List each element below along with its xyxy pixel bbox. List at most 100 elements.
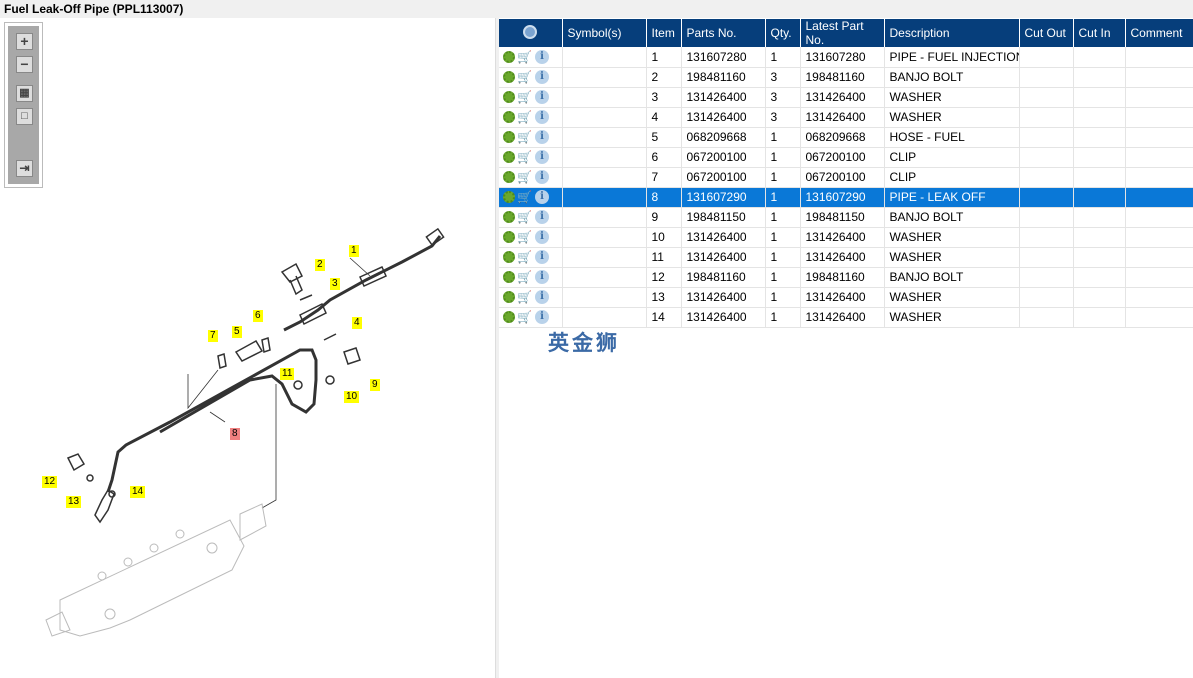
info-icon[interactable]: i	[535, 190, 549, 205]
gear-icon[interactable]	[503, 291, 515, 304]
qty-cell: 1	[765, 127, 801, 148]
table-row[interactable]: 🛒 i 2 198481160 3 198481160 BANJO BOLT	[499, 67, 1193, 88]
table-row[interactable]: 🛒 i 5 068209668 1 068209668 HOSE - FUEL	[499, 127, 1193, 148]
cart-icon[interactable]: 🛒	[517, 171, 533, 183]
table-row[interactable]: 🛒 i 12 198481160 1 198481160 BANJO BOLT	[499, 267, 1193, 288]
table-row[interactable]: 🛒 i 14 131426400 1 131426400 WASHER	[499, 307, 1193, 328]
watermark: 英金狮	[548, 331, 620, 355]
comment-cell	[1125, 227, 1193, 248]
table-row[interactable]: 🛒 i 7 067200100 1 067200100 CLIP	[499, 167, 1193, 188]
callout-14[interactable]: 14	[130, 486, 146, 498]
symbols-cell	[562, 287, 647, 308]
cart-icon[interactable]: 🛒	[517, 151, 533, 163]
callout-8[interactable]: 8	[230, 428, 240, 440]
diagram-panel[interactable]: 1 2 3 4 5 6 7 8 9 10 11 12 13 14	[0, 18, 495, 678]
col-description[interactable]: Description	[884, 19, 1020, 47]
callout-7[interactable]: 7	[208, 330, 218, 342]
callout-11[interactable]: 11	[280, 368, 295, 380]
info-icon[interactable]: i	[535, 50, 549, 65]
search-icon[interactable]	[523, 24, 538, 39]
table-row[interactable]: 🛒 i 6 067200100 1 067200100 CLIP	[499, 147, 1193, 168]
info-icon[interactable]: i	[535, 90, 549, 105]
table-row[interactable]: 🛒 i 10 131426400 1 131426400 WASHER	[499, 227, 1193, 248]
gear-icon[interactable]	[503, 111, 515, 124]
item-cell: 12	[646, 267, 682, 288]
cart-icon[interactable]: 🛒	[517, 131, 533, 143]
col-parts-no[interactable]: Parts No.	[681, 19, 766, 47]
cart-icon[interactable]: 🛒	[517, 111, 533, 123]
info-icon[interactable]: i	[535, 230, 549, 245]
cart-icon[interactable]: 🛒	[517, 71, 533, 83]
col-item[interactable]: Item	[646, 19, 682, 47]
col-latest-part[interactable]: Latest Part No.	[800, 19, 885, 47]
info-icon[interactable]: i	[535, 170, 549, 185]
info-icon[interactable]: i	[535, 150, 549, 165]
gear-icon[interactable]	[503, 211, 515, 224]
export-button[interactable]: ⇥	[16, 160, 33, 177]
table-row[interactable]: 🛒 i 1 131607280 1 131607280 PIPE - FUEL I…	[499, 47, 1193, 68]
gear-icon[interactable]	[503, 131, 515, 144]
callout-4[interactable]: 4	[352, 317, 362, 329]
comment-cell	[1125, 107, 1193, 128]
callout-2[interactable]: 2	[315, 259, 325, 271]
latest-part-cell: 131426400	[800, 107, 885, 128]
col-cut-in[interactable]: Cut In	[1073, 19, 1126, 47]
gear-icon[interactable]	[503, 91, 515, 104]
actual-size-button[interactable]: □	[16, 108, 33, 125]
cart-icon[interactable]: 🛒	[517, 311, 533, 323]
cart-icon[interactable]: 🛒	[517, 291, 533, 303]
callout-5[interactable]: 5	[232, 326, 242, 338]
info-icon[interactable]: i	[535, 310, 549, 325]
info-icon[interactable]: i	[535, 70, 549, 85]
col-cut-out[interactable]: Cut Out	[1019, 19, 1074, 47]
callout-3[interactable]: 3	[330, 278, 340, 290]
table-row[interactable]: 🛒 i 11 131426400 1 131426400 WASHER	[499, 247, 1193, 268]
info-icon[interactable]: i	[535, 290, 549, 305]
info-icon[interactable]: i	[535, 210, 549, 225]
table-row[interactable]: 🛒 i 9 198481150 1 198481150 BANJO BOLT	[499, 207, 1193, 228]
table-row[interactable]: 🛒 i 13 131426400 1 131426400 WASHER	[499, 287, 1193, 308]
cart-icon[interactable]: 🛒	[517, 231, 533, 243]
col-qty[interactable]: Qty.	[765, 19, 801, 47]
gear-icon[interactable]	[503, 171, 515, 184]
gear-icon[interactable]	[503, 71, 515, 84]
zoom-out-button[interactable]: −	[16, 56, 33, 73]
info-icon[interactable]: i	[535, 130, 549, 145]
table-row[interactable]: 🛒 i 8 131607290 1 131607290 PIPE - LEAK O…	[499, 187, 1193, 208]
info-icon[interactable]: i	[535, 250, 549, 265]
table-row[interactable]: 🛒 i 4 131426400 3 131426400 WASHER	[499, 107, 1193, 128]
cart-icon[interactable]: 🛒	[517, 271, 533, 283]
cart-icon[interactable]: 🛒	[517, 211, 533, 223]
symbols-cell	[562, 227, 647, 248]
col-symbols[interactable]: Symbol(s)	[562, 19, 647, 47]
cart-icon[interactable]: 🛒	[517, 51, 533, 63]
parts-no-cell: 131426400	[681, 247, 766, 268]
callout-10[interactable]: 10	[344, 391, 360, 403]
cart-icon[interactable]: 🛒	[517, 191, 533, 203]
cart-icon[interactable]: 🛒	[517, 91, 533, 103]
callout-1[interactable]: 1	[349, 245, 359, 257]
zoom-in-button[interactable]: +	[16, 33, 33, 50]
info-icon[interactable]: i	[535, 270, 549, 285]
gear-icon[interactable]	[503, 151, 515, 164]
gear-icon[interactable]	[503, 191, 515, 204]
gear-icon[interactable]	[503, 51, 515, 64]
callout-12[interactable]: 12	[42, 476, 58, 488]
callout-9[interactable]: 9	[370, 379, 380, 391]
gear-icon[interactable]	[503, 231, 515, 244]
search-column-header[interactable]	[499, 19, 563, 47]
callout-13[interactable]: 13	[66, 496, 82, 508]
cart-icon[interactable]: 🛒	[517, 251, 533, 263]
gear-icon[interactable]	[503, 251, 515, 264]
gear-icon[interactable]	[503, 271, 515, 284]
fit-view-button[interactable]: ▦	[16, 85, 33, 102]
info-icon[interactable]: i	[535, 110, 549, 125]
cut-out-cell	[1019, 67, 1074, 88]
col-comment[interactable]: Comment	[1125, 19, 1193, 47]
item-cell: 11	[646, 247, 682, 268]
callout-6[interactable]: 6	[253, 310, 263, 322]
gear-icon[interactable]	[503, 311, 515, 324]
table-row[interactable]: 🛒 i 3 131426400 3 131426400 WASHER	[499, 87, 1193, 108]
description-cell: WASHER	[884, 287, 1020, 308]
comment-cell	[1125, 287, 1193, 308]
